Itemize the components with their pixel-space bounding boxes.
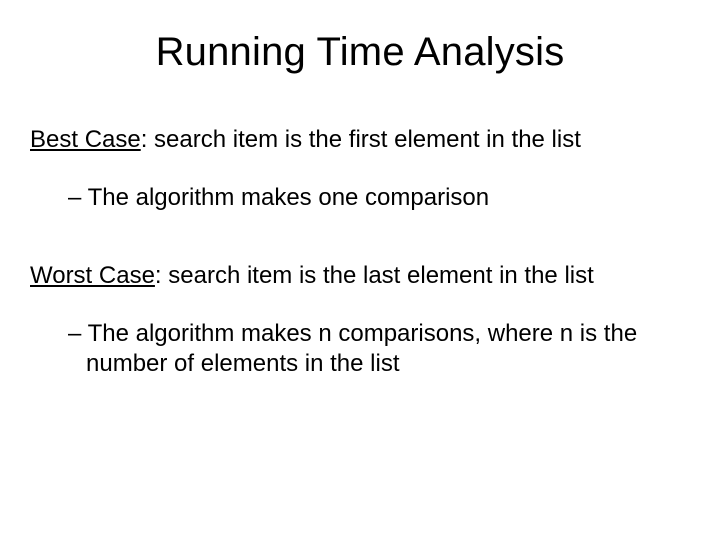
slide: Running Time Analysis Best Case: search … bbox=[0, 0, 720, 540]
dash-icon: – bbox=[68, 184, 88, 211]
worst-case-sub-text: The algorithm makes n comparisons, where… bbox=[86, 320, 637, 377]
best-case-sub-text: The algorithm makes one comparison bbox=[88, 184, 490, 211]
best-case-text: : search item is the first element in th… bbox=[141, 126, 581, 153]
worst-case-line: Worst Case: search item is the last elem… bbox=[30, 261, 690, 291]
best-case-sub: – The algorithm makes one comparison bbox=[68, 183, 690, 213]
worst-case-label: Worst Case bbox=[30, 262, 155, 289]
worst-case-text: : search item is the last element in the… bbox=[155, 262, 594, 289]
best-case-line: Best Case: search item is the first elem… bbox=[30, 125, 690, 155]
worst-case-sub: – The algorithm makes n comparisons, whe… bbox=[68, 319, 690, 379]
slide-title: Running Time Analysis bbox=[30, 30, 690, 75]
dash-icon: – bbox=[68, 320, 88, 347]
best-case-label: Best Case bbox=[30, 126, 141, 153]
